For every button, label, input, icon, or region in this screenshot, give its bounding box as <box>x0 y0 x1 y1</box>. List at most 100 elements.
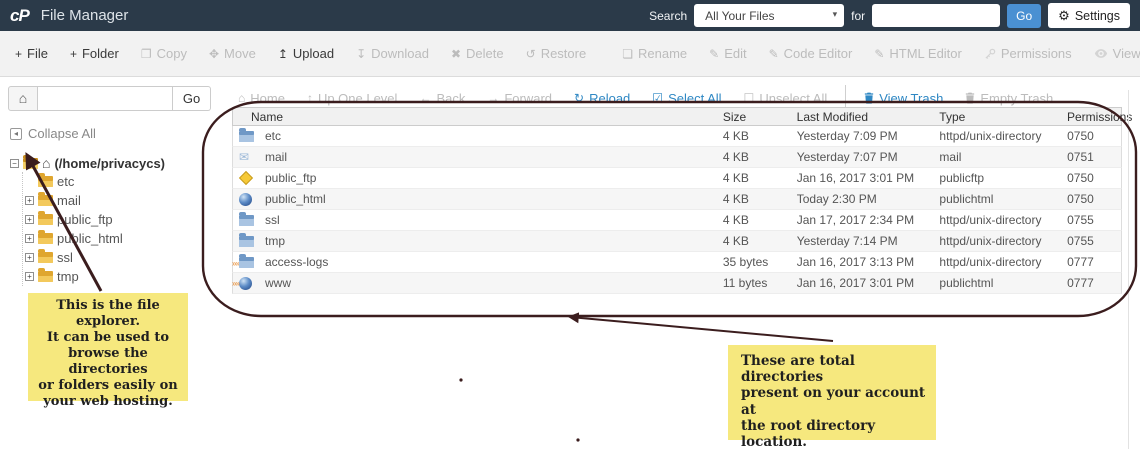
back-icon: ← <box>419 91 431 105</box>
file-name: mail <box>265 150 287 164</box>
file-icon-wrap <box>239 193 257 206</box>
cell-size: 35 bytes <box>713 255 787 269</box>
toolbar-button-upload[interactable]: ↥Upload <box>267 46 345 61</box>
path-go-button[interactable]: Go <box>173 86 211 111</box>
toolbar-button-file[interactable]: +File <box>4 46 59 61</box>
table-row-public-ftp[interactable]: public_ftp4 KBJan 16, 2017 3:01 PMpublic… <box>232 168 1122 189</box>
search-input[interactable] <box>872 4 1000 27</box>
tree-item-ssl[interactable]: + ssl <box>25 248 220 267</box>
stray-dot <box>576 438 579 441</box>
nav-button-home[interactable]: ⌂Home <box>227 91 296 106</box>
column-header-name[interactable]: Name <box>233 110 713 124</box>
address-group: ⌂ Go <box>8 86 211 111</box>
toolbar-button-folder[interactable]: +Folder <box>59 46 130 61</box>
expand-icon[interactable]: + <box>25 234 34 243</box>
cell-type: publicftp <box>929 171 1057 185</box>
file-table: Name Size Last Modified Type Permissions… <box>232 107 1122 294</box>
stray-dot <box>459 378 462 381</box>
table-row-public-html[interactable]: public_html4 KBToday 2:30 PMpublichtml07… <box>232 189 1122 210</box>
nav-button-select-all[interactable]: ☑Select All <box>641 91 732 106</box>
column-header-type[interactable]: Type <box>929 110 1057 124</box>
tree-item-public-ftp[interactable]: + public_ftp <box>25 210 220 229</box>
cell-size: 4 KB <box>713 234 787 248</box>
table-header-row[interactable]: Name Size Last Modified Type Permissions <box>232 107 1122 126</box>
expand-icon[interactable]: + <box>25 272 34 281</box>
nav-button-empty-trash[interactable]: Empty Trash <box>954 91 1064 106</box>
search-scope-select[interactable]: All Your Files ▾ <box>694 4 844 27</box>
table-row-tmp[interactable]: tmp4 KBYesterday 7:14 PMhttpd/unix-direc… <box>232 231 1122 252</box>
table-row-access-logs[interactable]: »»access-logs35 bytesJan 16, 2017 3:13 P… <box>232 252 1122 273</box>
nav-button-view-trash[interactable]: View Trash <box>853 91 954 106</box>
tree-item-label: ssl <box>57 250 73 265</box>
collapse-expander-icon[interactable]: − <box>10 159 19 168</box>
toolbar-button-edit[interactable]: ✎Edit <box>698 46 757 61</box>
toolbar-button-download[interactable]: ↧Download <box>345 46 440 61</box>
key-icon <box>984 48 996 60</box>
nav-button-forward[interactable]: →Forward <box>476 91 563 106</box>
tree-item-mail[interactable]: +mail <box>25 191 220 210</box>
mail-icon: ✉ <box>239 152 249 163</box>
expand-icon[interactable]: + <box>25 253 34 262</box>
toolbar-button-move[interactable]: ✥Move <box>198 46 267 61</box>
toolbar-button-label: Download <box>371 46 429 61</box>
search-scope-value: All Your Files <box>705 9 774 23</box>
nav-button-back[interactable]: ←Back <box>408 91 476 106</box>
settings-button[interactable]: ⚙ Settings <box>1048 3 1130 28</box>
tree-item-tmp[interactable]: +tmp <box>25 267 220 286</box>
toolbar-button-label: Folder <box>82 46 119 61</box>
folder-gold-icon <box>38 271 53 282</box>
toolbar-button-rename[interactable]: ❏Rename <box>611 46 698 61</box>
toolbar-button-label: File <box>27 46 48 61</box>
toolbar-button-permissions[interactable]: Permissions <box>973 46 1083 61</box>
path-input[interactable] <box>38 86 173 111</box>
search-label: Search <box>649 9 687 23</box>
expand-icon[interactable]: + <box>25 215 34 224</box>
column-header-permissions[interactable]: Permissions <box>1057 110 1121 124</box>
content-right-divider <box>1128 90 1129 449</box>
globe-icon <box>239 277 252 290</box>
collapse-all-button[interactable]: ◂ Collapse All <box>10 126 220 141</box>
tree-item-etc[interactable]: etc <box>25 172 220 191</box>
tree-item-label: public_ftp <box>57 212 113 227</box>
column-header-last-modified[interactable]: Last Modified <box>787 110 930 124</box>
nav-button-unselect-all[interactable]: ☐Unselect All <box>733 91 839 106</box>
folder-blue-icon <box>239 236 254 247</box>
toolbar-button-code-editor[interactable]: ✎Code Editor <box>758 46 864 61</box>
toolbar-button-html-editor[interactable]: ✎HTML Editor <box>863 46 973 61</box>
column-header-size[interactable]: Size <box>713 110 787 124</box>
tree-item-public-html[interactable]: + public_html <box>25 229 220 248</box>
nav-button-label: Reload <box>589 91 630 106</box>
folder-blue-icon <box>239 131 254 142</box>
nav-button-up-one-level[interactable]: ↑Up One Level <box>296 91 409 106</box>
toolbar-button-label: Edit <box>724 46 746 61</box>
file-icon-wrap <box>239 131 257 142</box>
toolbar-button-view[interactable]: View <box>1083 46 1140 61</box>
copy-icon: ❐ <box>141 47 152 61</box>
toolbar-button-copy[interactable]: ❐ Copy <box>130 46 198 61</box>
cell-permissions: 0755 <box>1057 234 1121 248</box>
table-row-mail[interactable]: ✉mail4 KBYesterday 7:07 PMmail0751 <box>232 147 1122 168</box>
expand-icon[interactable]: + <box>25 196 34 205</box>
table-row-www[interactable]: »»www11 bytesJan 16, 2017 3:01 PMpublich… <box>232 273 1122 294</box>
tree-root-item[interactable]: − ⌂ (/home/privacycs) <box>10 155 220 171</box>
open-folder-icon <box>23 158 38 169</box>
table-row-ssl[interactable]: ssl4 KBJan 17, 2017 2:34 PMhttpd/unix-di… <box>232 210 1122 231</box>
table-row-etc[interactable]: etc4 KBYesterday 7:09 PMhttpd/unix-direc… <box>232 126 1122 147</box>
toolbar-button-label: Copy <box>157 46 187 61</box>
toolbar-button-delete[interactable]: ✖Delete <box>440 46 515 61</box>
nav-button-reload[interactable]: ↻Reload <box>563 91 641 106</box>
annotation-note-directories: These are total directories present on y… <box>728 345 936 440</box>
folder-gold-icon <box>38 233 53 244</box>
symlink-icon: »» <box>232 279 239 288</box>
cell-last-modified: Yesterday 7:07 PM <box>787 150 930 164</box>
tree-item-label: public_html <box>57 231 123 246</box>
upload-icon: ↥ <box>278 47 288 61</box>
file-icon-wrap <box>239 215 257 226</box>
file-name: public_html <box>265 192 326 206</box>
home-icon-button[interactable]: ⌂ <box>8 86 38 111</box>
toolbar-button-restore[interactable]: ↺Restore <box>515 46 598 61</box>
top-bar: cP File Manager Search All Your Files ▾ … <box>0 0 1140 31</box>
cell-permissions: 0777 <box>1057 276 1121 290</box>
search-go-button[interactable]: Go <box>1007 4 1041 28</box>
toolbar-button-label: Restore <box>541 46 587 61</box>
